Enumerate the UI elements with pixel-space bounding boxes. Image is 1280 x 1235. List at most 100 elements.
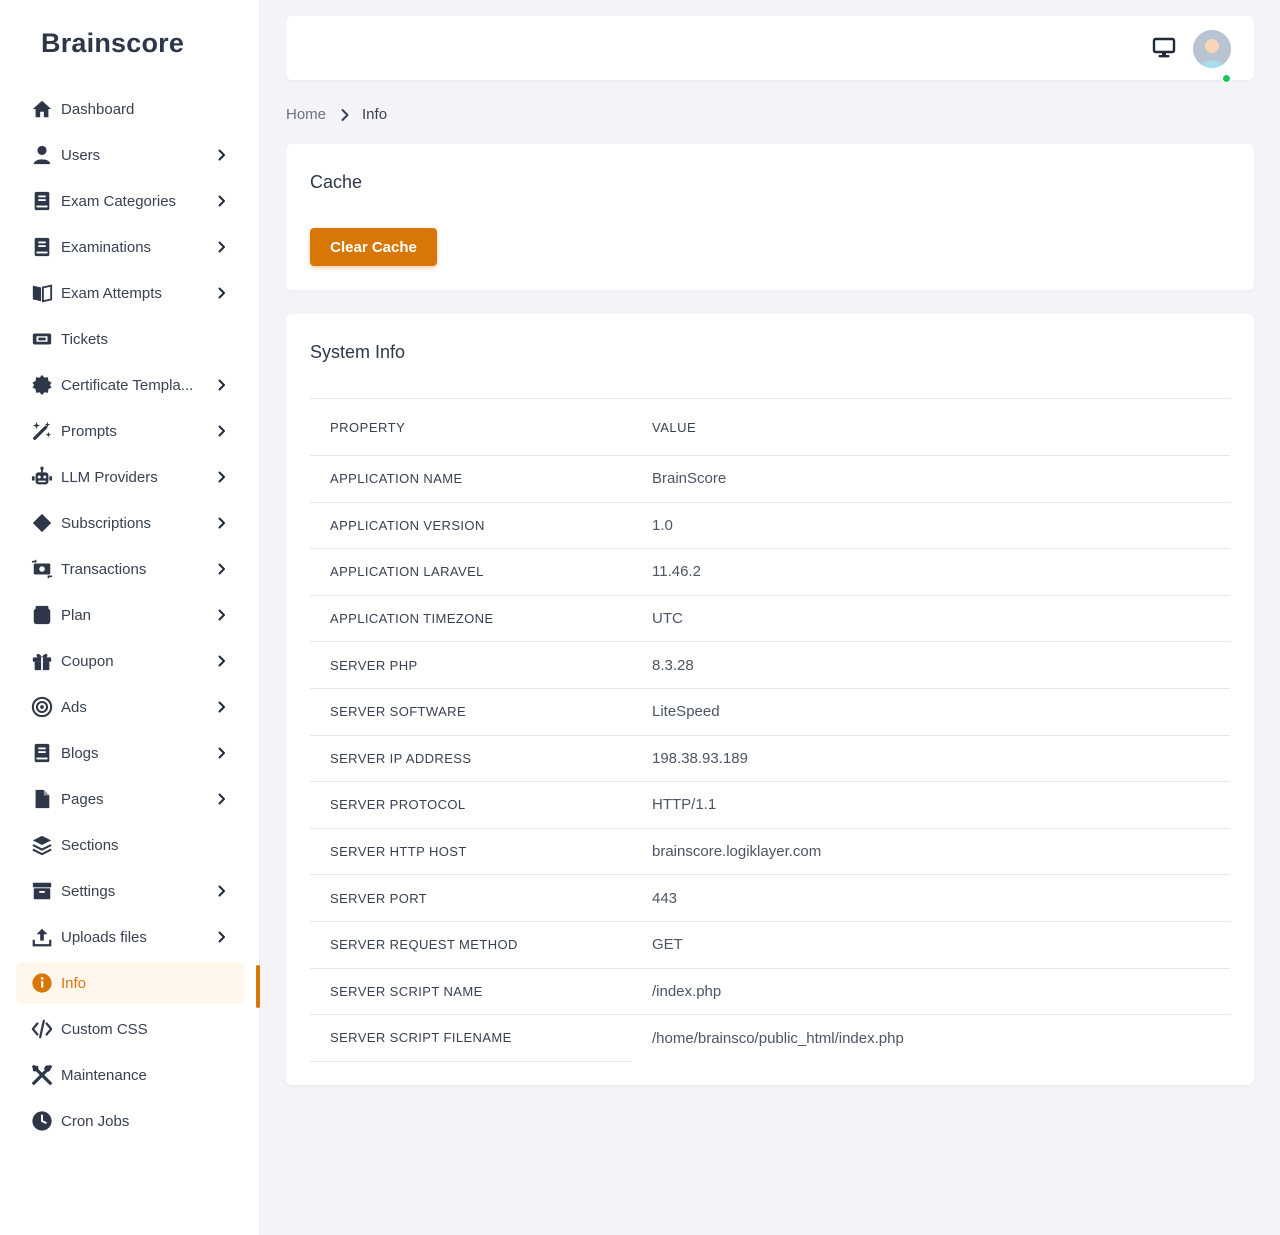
sidebar-item-certificate-templa[interactable]: Certificate Templa... [16,364,244,406]
sidebar-item-pages[interactable]: Pages [16,778,244,820]
sidebar-item-label: Maintenance [61,1066,147,1084]
sidebar-item-coupon[interactable]: Coupon [16,640,244,682]
sidebar-item-tickets[interactable]: Tickets [16,318,244,360]
property-cell: SERVER PHP [330,657,418,673]
value-cell: HTTP/1.1 [652,796,717,814]
sidebar-item-ads[interactable]: Ads [16,686,244,728]
sidebar-item-label: Certificate Templa... [61,376,194,394]
chevron-right-icon [218,241,225,253]
sidebar-item-cron-jobs[interactable]: Cron Jobs [16,1100,244,1142]
sidebar-item-label: Prompts [61,422,117,440]
clear-cache-button[interactable]: Clear Cache [310,228,437,266]
upload-icon [30,925,54,949]
home-icon [30,97,54,121]
box-icon [30,603,54,627]
table-row: SERVER PROTOCOL HTTP/1.1 [310,782,1230,829]
topbar [286,16,1254,84]
sidebar-item-llm-providers[interactable]: LLM Providers [16,456,244,498]
breadcrumb-current: Info [362,106,388,123]
info-icon [30,971,54,995]
sidebar-item-subscriptions[interactable]: Subscriptions [16,502,244,544]
brand-logo[interactable]: Brainscore [41,28,184,59]
code-icon [30,1017,54,1041]
monitor-icon[interactable] [1152,36,1176,60]
property-cell: SERVER SCRIPT FILENAME [310,1014,632,1062]
sidebar-item-custom-css[interactable]: Custom CSS [16,1008,244,1050]
book-icon [30,235,54,259]
magic-wand-icon [30,419,54,443]
column-header-value: VALUE [652,419,697,435]
value-cell: brainscore.logiklayer.com [652,843,822,861]
sidebar-item-label: Settings [61,882,116,900]
sidebar-item-dashboard[interactable]: Dashboard [16,88,244,130]
avatar[interactable] [1193,30,1231,68]
sidebar-item-label: Uploads files [61,928,147,946]
user-icon [30,143,54,167]
sidebar-item-label: Exam Categories [61,192,177,210]
sidebar-item-label: Dashboard [61,100,135,118]
table-row: SERVER REQUEST METHOD GET [310,921,1230,969]
chevron-right-icon [218,379,225,391]
table-row: APPLICATION VERSION 1.0 [310,502,1230,549]
book-icon [30,189,54,213]
value-cell: /index.php [652,982,722,1000]
certificate-icon [30,373,54,397]
sidebar-item-plan[interactable]: Plan [16,594,244,636]
table-row: SERVER SOFTWARE LiteSpeed [310,688,1230,736]
sidebar-item-uploads-files[interactable]: Uploads files [16,916,244,958]
active-indicator [256,965,260,1008]
sidebar-item-label: Subscriptions [61,514,152,532]
breadcrumb: Home Info [286,106,387,123]
sidebar-item-info[interactable]: Info [16,962,244,1004]
gift-icon [30,649,54,673]
online-status-dot [1221,73,1232,84]
sidebar-item-label: Cron Jobs [61,1112,130,1130]
table-row: APPLICATION NAME BrainScore [310,456,1230,503]
sidebar-item-label: Blogs [61,744,99,762]
chevron-right-icon [218,563,225,575]
value-cell: UTC [652,610,683,628]
diamond-icon [30,511,54,535]
sidebar-item-label: Transactions [61,560,147,578]
value-cell: 198.38.93.189 [652,749,748,767]
value-cell: 11.46.2 [652,563,701,581]
sidebar-item-prompts[interactable]: Prompts [16,410,244,452]
table-row: APPLICATION TIMEZONE UTC [310,595,1230,642]
property-cell: SERVER HTTP HOST [330,844,467,860]
sidebar-item-blogs[interactable]: Blogs [16,732,244,774]
sidebar-item-label: Ads [61,698,87,716]
target-icon [30,695,54,719]
sidebar-item-examinations[interactable]: Examinations [16,226,244,268]
sidebar-item-sections[interactable]: Sections [16,824,244,866]
chevron-right-icon [218,885,225,897]
sidebar-item-label: Tickets [61,330,108,348]
table-header-row: PROPERTY VALUE [310,398,1230,456]
chevron-right-icon [218,609,225,621]
sidebar-item-exam-categories[interactable]: Exam Categories [16,180,244,222]
value-cell: LiteSpeed [652,703,720,721]
property-cell: APPLICATION TIMEZONE [330,611,494,627]
value-cell: 1.0 [652,516,673,534]
chevron-right-icon [218,195,225,207]
money-exchange-icon [30,557,54,581]
book-icon [30,741,54,765]
sidebar-item-settings[interactable]: Settings [16,870,244,912]
table-row: SERVER SCRIPT NAME/index.php [310,968,1230,1015]
sidebar-item-exam-attempts[interactable]: Exam Attempts [16,272,244,314]
chevron-right-icon [218,287,225,299]
book-open-icon [30,281,54,305]
value-cell: /home/brainsco/public_html/index.php [652,1029,904,1047]
sidebar-item-maintenance[interactable]: Maintenance [16,1054,244,1096]
clock-icon [30,1109,54,1133]
layers-icon [30,833,54,857]
value-cell: 8.3.28 [652,656,694,674]
ticket-icon [30,327,54,351]
sidebar-item-users[interactable]: Users [16,134,244,176]
sidebar-item-transactions[interactable]: Transactions [16,548,244,590]
breadcrumb-home[interactable]: Home [286,106,326,123]
sidebar-item-label: Sections [61,836,119,854]
table-row: SERVER HTTP HOST brainscore.logiklayer.co… [310,828,1230,875]
property-cell: SERVER SCRIPT NAME [330,983,483,999]
chevron-right-icon [218,425,225,437]
sidebar-nav: Dashboard Users Exam Categories Examination… [16,88,244,1146]
